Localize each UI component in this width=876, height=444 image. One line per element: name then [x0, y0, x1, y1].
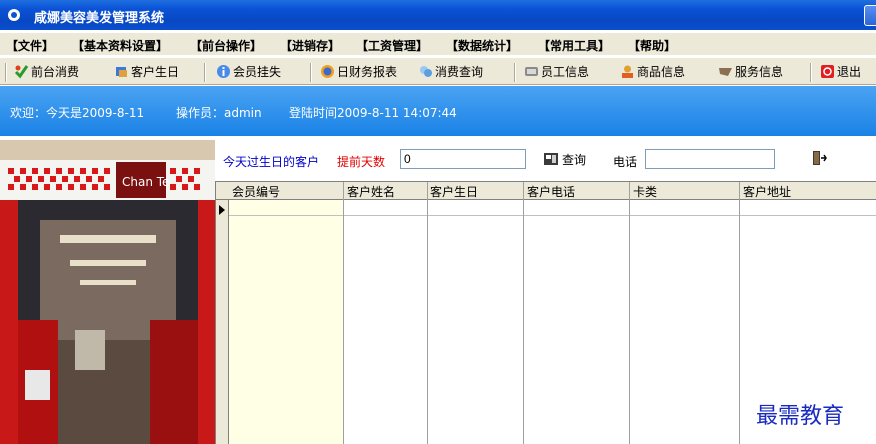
consume-query-label: 消费查询	[435, 65, 484, 79]
exit-icon	[821, 65, 834, 78]
toolbar-separator	[514, 63, 516, 82]
welcome-text: 欢迎：今天是2009-8-11	[10, 106, 145, 120]
toolbar-separator	[310, 63, 312, 82]
column-header-member-id[interactable]: 会员编号	[232, 183, 280, 200]
column-divider	[739, 182, 740, 444]
query-button-label: 查询	[562, 153, 587, 167]
consume-query-button[interactable]: 消费查询	[418, 63, 483, 82]
query-button[interactable]: 查询	[543, 151, 586, 168]
phone-label: 电话	[613, 155, 638, 169]
row-indicator-column	[216, 200, 229, 444]
service-info-label: 服务信息	[735, 65, 784, 79]
staff-icon	[525, 67, 538, 76]
salon-sign: Chan Te	[122, 175, 169, 189]
window-title: 咸娜美容美发管理系统	[34, 11, 165, 26]
birthday-icon	[116, 67, 127, 77]
front-consume-label: 前台消费	[31, 65, 80, 79]
current-row-arrow-icon	[219, 205, 225, 215]
check-icon	[14, 65, 29, 79]
menu-basic-settings[interactable]: 【基本资料设置】	[72, 37, 168, 54]
column-divider	[629, 182, 630, 444]
birthday-button[interactable]: 客户生日	[114, 63, 179, 82]
grid-header: 会员编号 客户姓名 客户生日 客户电话 卡类 客户地址	[216, 182, 876, 200]
menu-front-desk[interactable]: 【前台操作】	[190, 37, 262, 54]
front-consume-button[interactable]: 前台消费	[14, 63, 79, 82]
staff-info-label: 员工信息	[541, 65, 590, 79]
daily-report-label: 日财务报表	[337, 65, 398, 79]
welcome-banner: 欢迎：今天是2009-8-11 操作员：admin 登陆时间2009-8-11 …	[0, 86, 876, 136]
menu-tools[interactable]: 【常用工具】	[538, 37, 610, 54]
query-icon	[544, 153, 558, 165]
daily-report-button[interactable]: 日财务报表	[320, 63, 397, 82]
column-divider	[523, 182, 524, 444]
exit-door-icon[interactable]	[811, 150, 827, 166]
member-loss-button[interactable]: 会员挂失	[216, 63, 281, 82]
column-header-phone[interactable]: 客户电话	[527, 183, 575, 200]
window-button[interactable]	[864, 5, 876, 26]
table-row[interactable]	[229, 200, 876, 216]
column-header-card-type[interactable]: 卡类	[633, 183, 657, 200]
selected-column	[229, 200, 343, 444]
phone-input[interactable]	[645, 149, 775, 169]
menu-salary[interactable]: 【工资管理】	[356, 37, 428, 54]
goods-info-button[interactable]: 商品信息	[620, 63, 685, 82]
column-divider	[343, 182, 344, 444]
advance-days-label: 提前天数	[337, 155, 386, 169]
today-birthday-label: 今天过生日的客户	[223, 155, 320, 169]
column-divider	[427, 182, 428, 444]
salon-photo-image: Chan Te	[0, 140, 215, 444]
report-icon	[321, 65, 334, 78]
title-bar: 咸娜美容美发管理系统	[0, 0, 876, 30]
goods-icon	[622, 65, 633, 78]
exit-label: 退出	[837, 65, 862, 79]
column-header-customer-name[interactable]: 客户姓名	[347, 183, 395, 200]
search-bar: 今天过生日的客户 提前天数 查询 电话	[215, 140, 876, 180]
operator-text: 操作员：admin	[176, 106, 262, 120]
exit-button[interactable]: 退出	[820, 63, 861, 82]
salon-photo: Chan Te	[0, 140, 215, 444]
member-loss-label: 会员挂失	[233, 65, 282, 79]
watermark: 最需教育	[756, 404, 845, 429]
column-header-birthday[interactable]: 客户生日	[430, 183, 478, 200]
menu-inventory[interactable]: 【进销存】	[280, 37, 340, 54]
column-header-address[interactable]: 客户地址	[743, 183, 791, 200]
menu-bar: 【文件】 【基本资料设置】 【前台操作】 【进销存】 【工资管理】 【数据统计】…	[0, 33, 876, 55]
info-icon	[217, 65, 230, 78]
menu-help[interactable]: 【帮助】	[628, 37, 676, 54]
toolbar: 前台消费 客户生日 会员挂失 日财务报表 消费查询 员工信息 商品信息 服务信息…	[0, 57, 876, 85]
service-info-button[interactable]: 服务信息	[718, 63, 783, 82]
app-icon	[8, 9, 20, 21]
menu-statistics[interactable]: 【数据统计】	[446, 37, 518, 54]
query-icon	[420, 66, 432, 77]
service-icon	[719, 68, 732, 76]
goods-info-label: 商品信息	[637, 65, 686, 79]
advance-days-input[interactable]	[400, 149, 526, 169]
staff-info-button[interactable]: 员工信息	[524, 63, 589, 82]
toolbar-separator	[810, 63, 812, 82]
toolbar-separator	[204, 63, 206, 82]
menu-file[interactable]: 【文件】	[6, 37, 54, 54]
toolbar-separator	[5, 63, 7, 82]
login-time-text: 登陆时间2009-8-11 14:07:44	[289, 106, 457, 120]
birthday-label: 客户生日	[131, 65, 180, 79]
